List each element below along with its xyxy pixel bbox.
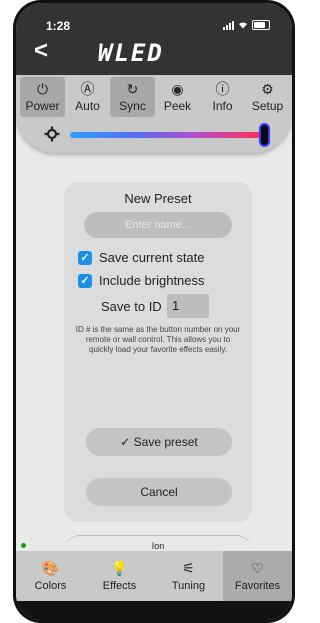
checkbox-checked-icon[interactable]: ✓ [78,250,92,265]
connection-status-dot [21,543,26,548]
dialog-title: New Preset [124,191,192,206]
nav-effects[interactable]: 💡 Effects [85,551,154,601]
brightness-slider[interactable] [70,132,262,138]
nav-tuning[interactable]: ⚟ Tuning [154,551,223,601]
tab-label: Setup [251,99,284,113]
checkbox-checked-icon[interactable]: ✓ [78,273,92,288]
power-icon: ⏻ [36,81,49,97]
lightbulb-icon: 💡 [110,560,129,576]
heart-icon: ♡ [251,560,264,576]
gear-icon: ⚙ [261,81,274,97]
tab-label: Sync [119,99,146,113]
info-icon: ⓘ [215,81,230,97]
bottom-nav: 🎨 Colors 💡 Effects ⚟ Tuning ♡ Favorites [16,551,292,601]
back-button[interactable]: < [34,39,48,63]
tab-label: Power [25,99,60,113]
palette-icon: 🎨 [41,560,60,576]
preset-id-input[interactable]: 1 [167,294,209,318]
wifi-icon [239,22,247,29]
nav-label: Effects [102,580,137,592]
battery-icon [252,20,270,30]
phone-frame: 1:28 < WLED ⏻ Power Ⓐ Auto ↻ Sync ◉ Peek… [13,0,295,623]
nav-label: Tuning [171,580,206,592]
auto-icon: Ⓐ [80,81,95,97]
home-bar-area [16,601,292,620]
nav-label: Colors [34,580,67,592]
eye-icon: ◉ [171,81,184,97]
ion-label: Ion [151,541,165,551]
status-time: 1:28 [46,19,71,33]
wled-logo: WLED [98,39,164,67]
tab-label: Peek [163,99,192,113]
nav-favorites[interactable]: ♡ Favorites [223,551,292,601]
include-brightness-row[interactable]: ✓ Include brightness [78,273,205,288]
brightness-slider-knob[interactable] [259,123,270,147]
brightness-icon [44,126,60,142]
home-indicator[interactable] [110,607,200,610]
preset-name-input[interactable] [84,212,232,238]
sync-icon: ↻ [126,81,139,97]
signal-icon [223,20,234,30]
tab-sync[interactable]: ↻ Sync [110,77,155,117]
save-state-label: Save current state [99,250,205,265]
save-state-row[interactable]: ✓ Save current state [78,250,205,265]
tab-power[interactable]: ⏻ Power [20,77,65,117]
include-brightness-label: Include brightness [99,273,205,288]
top-nav: ⏻ Power Ⓐ Auto ↻ Sync ◉ Peek ⓘ Info ⚙ Se… [16,75,292,153]
sliders-icon: ⚟ [182,560,195,576]
tab-label: Info [212,99,233,113]
tab-info[interactable]: ⓘ Info [200,77,245,117]
save-to-id-label: Save to ID [101,299,162,314]
new-preset-dialog: New Preset ✓ Save current state ✓ Includ… [64,182,252,522]
tab-auto[interactable]: Ⓐ Auto [65,77,110,117]
tab-peek[interactable]: ◉ Peek [155,77,200,117]
tab-label: Auto [75,99,100,113]
nav-colors[interactable]: 🎨 Colors [16,551,85,601]
app-screen: 1:28 < WLED ⏻ Power Ⓐ Auto ↻ Sync ◉ Peek… [16,3,292,620]
cancel-button[interactable]: Cancel [86,478,232,506]
tab-setup[interactable]: ⚙ Setup [245,77,290,117]
help-text: ID # is the same as the button number on… [75,325,241,354]
status-icons [223,20,270,30]
top-tabs: ⏻ Power Ⓐ Auto ↻ Sync ◉ Peek ⓘ Info ⚙ Se… [20,77,290,117]
app-header: 1:28 < WLED [16,3,292,75]
nav-label: Favorites [234,580,281,592]
save-preset-button[interactable]: ✓ Save preset [86,428,232,456]
